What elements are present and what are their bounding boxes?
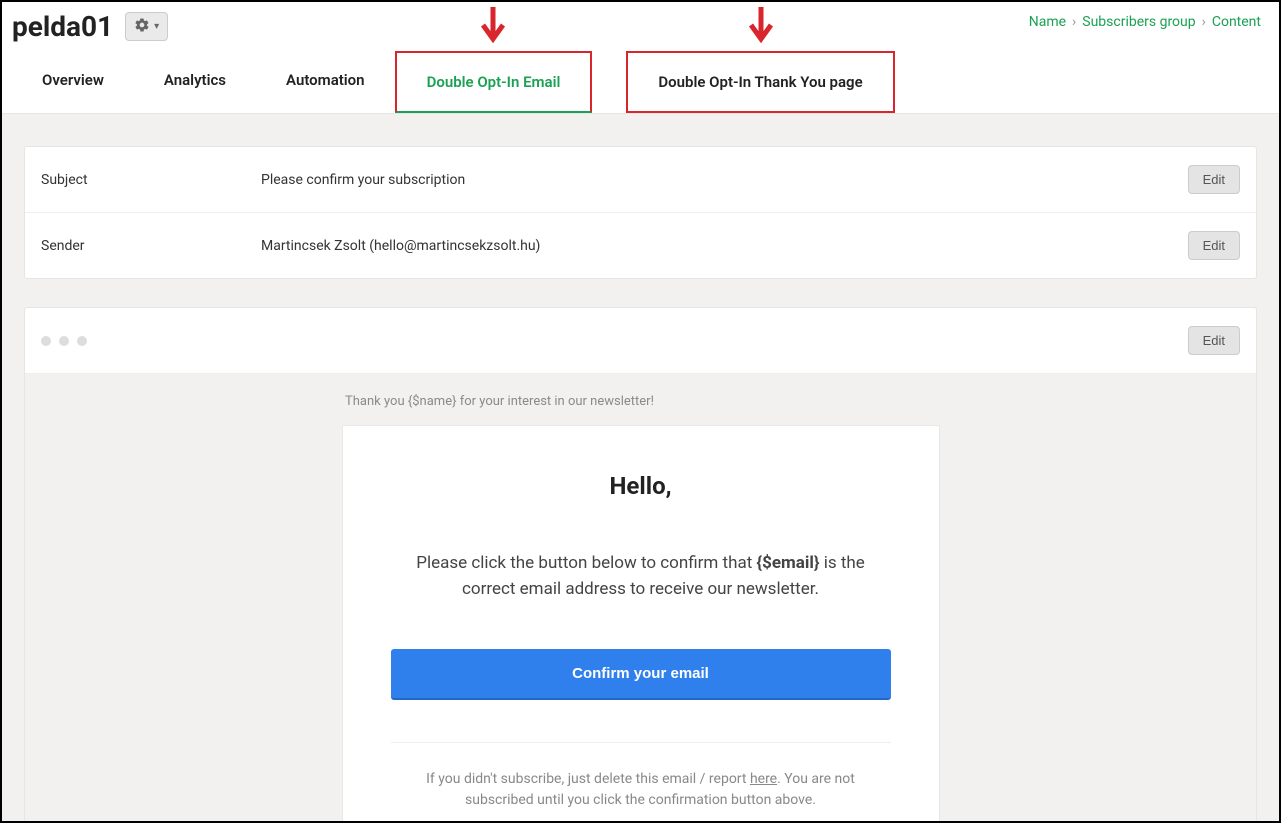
- annotation-arrow-icon: [745, 5, 777, 53]
- settings-panel: Subject Please confirm your subscription…: [24, 146, 1257, 279]
- breadcrumb-name[interactable]: Name: [1029, 14, 1066, 30]
- tab-overview[interactable]: Overview: [12, 51, 134, 113]
- divider: [391, 742, 891, 743]
- email-greeting: Hello,: [391, 472, 891, 500]
- edit-subject-button[interactable]: Edit: [1188, 165, 1240, 194]
- report-here-link[interactable]: here: [750, 771, 777, 787]
- email-preview-panel: Edit Thank you {$name} for your interest…: [24, 307, 1257, 821]
- tab-label: Double Opt-In Thank You page: [658, 73, 862, 91]
- chevron-down-icon: ▾: [154, 21, 159, 32]
- edit-email-button[interactable]: Edit: [1188, 326, 1240, 355]
- gear-icon: [134, 17, 150, 36]
- chevron-right-icon: ›: [1202, 14, 1206, 30]
- subject-value: Please confirm your subscription: [261, 172, 1188, 188]
- window-dots-icon: [41, 336, 87, 346]
- email-body-text: Please click the button below to confirm…: [391, 550, 891, 603]
- tabs-bar: Overview Analytics Automation Double Opt…: [2, 51, 1279, 114]
- tab-analytics[interactable]: Analytics: [134, 51, 256, 113]
- subject-label: Subject: [41, 172, 261, 188]
- tab-automation[interactable]: Automation: [256, 51, 395, 113]
- breadcrumb-subscribers-group[interactable]: Subscribers group: [1082, 14, 1195, 30]
- email-preheader: Thank you {$name} for your interest in o…: [25, 394, 1256, 409]
- page-title: pelda01: [12, 10, 113, 43]
- email-preview-scroll[interactable]: Thank you {$name} for your interest in o…: [25, 374, 1256, 821]
- settings-row-subject: Subject Please confirm your subscription…: [25, 147, 1256, 213]
- email-card: Hello, Please click the button below to …: [342, 425, 940, 821]
- settings-dropdown-button[interactable]: ▾: [125, 12, 168, 41]
- chevron-right-icon: ›: [1072, 14, 1076, 30]
- breadcrumb-content[interactable]: Content: [1212, 14, 1261, 30]
- sender-label: Sender: [41, 238, 261, 254]
- confirm-email-button[interactable]: Confirm your email: [391, 649, 891, 700]
- tab-label: Double Opt-In Email: [427, 73, 561, 91]
- edit-sender-button[interactable]: Edit: [1188, 231, 1240, 260]
- tab-double-optin-email[interactable]: Double Opt-In Email: [395, 51, 593, 113]
- email-footer-text: If you didn't subscribe, just delete thi…: [391, 769, 891, 812]
- tab-double-optin-thankyou[interactable]: Double Opt-In Thank You page: [626, 51, 894, 113]
- annotation-arrow-icon: [477, 5, 509, 53]
- sender-value: Martincsek Zsolt (hello@martincsekzsolt.…: [261, 238, 1188, 254]
- breadcrumb: Name › Subscribers group › Content: [1029, 14, 1261, 30]
- settings-row-sender: Sender Martincsek Zsolt (hello@martincse…: [25, 213, 1256, 278]
